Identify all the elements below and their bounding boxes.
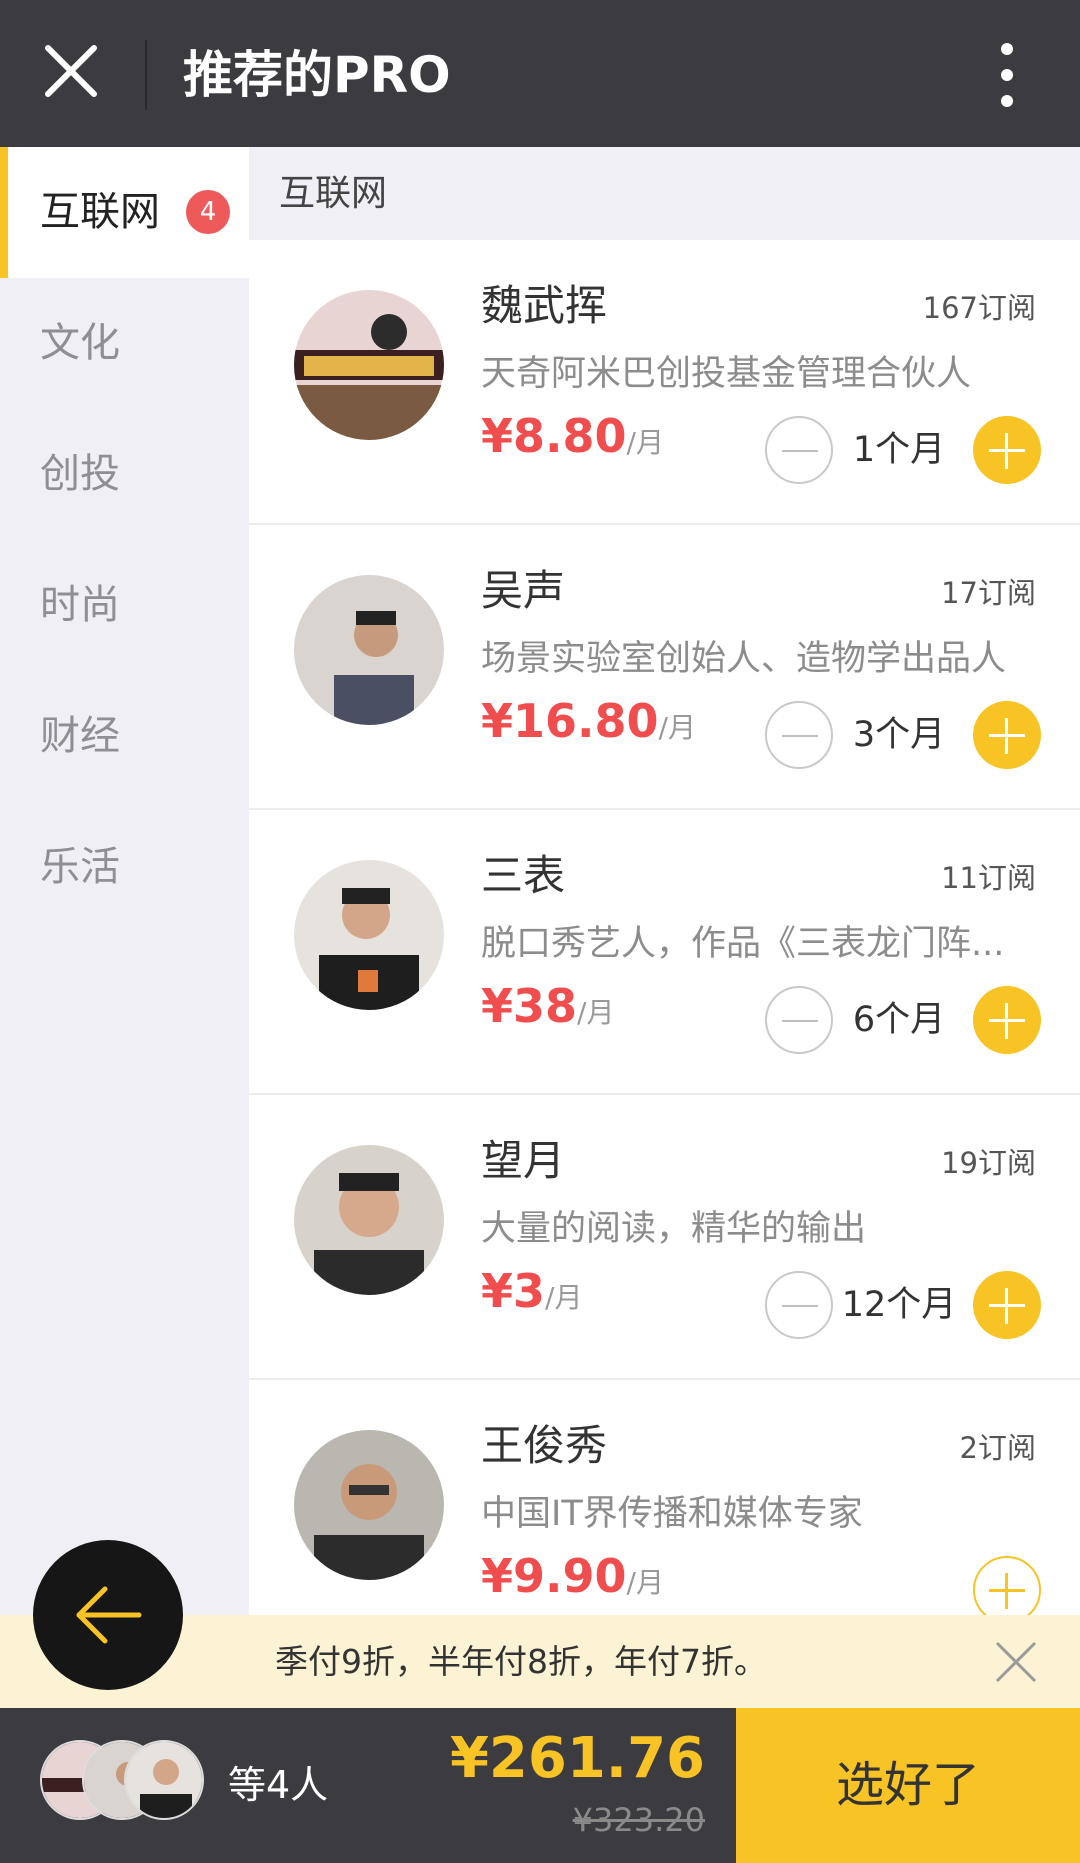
pro-description: 场景实验室创始人、造物学出品人 bbox=[481, 639, 1007, 679]
confirm-button[interactable]: 选好了 bbox=[736, 1708, 1080, 1863]
total-price: ¥261.76 bbox=[449, 1726, 705, 1791]
sidebar-item-label: 创投 bbox=[40, 451, 120, 497]
minus-icon[interactable] bbox=[765, 416, 833, 484]
plus-icon[interactable] bbox=[973, 701, 1041, 769]
original-price: ¥323.20 bbox=[572, 1801, 705, 1839]
sidebar-item-label: 财经 bbox=[40, 713, 120, 759]
sidebar-item-lifestyle[interactable]: 乐活 bbox=[0, 802, 249, 933]
pro-name: 三表 bbox=[481, 851, 566, 900]
sidebar-item-label: 文化 bbox=[40, 320, 120, 366]
plus-icon[interactable] bbox=[973, 986, 1041, 1054]
duration-value: 3个月 bbox=[852, 715, 946, 755]
pro-card[interactable]: 吴声 17订阅 场景实验室创始人、造物学出品人 ¥16.80/月 3个月 bbox=[249, 525, 1080, 810]
sidebar-item-culture[interactable]: 文化 bbox=[0, 278, 249, 409]
duration-value: 6个月 bbox=[852, 1000, 946, 1040]
price: ¥8.80/月 bbox=[481, 406, 664, 477]
avatar bbox=[294, 290, 444, 440]
pro-list: 互联网 魏武挥 167订阅 天奇阿米巴创投基金管理合伙人 ¥8.80/月 1个月… bbox=[249, 147, 1080, 1863]
avatar bbox=[294, 1430, 444, 1580]
avatar bbox=[294, 1145, 444, 1295]
price-unit: /月 bbox=[658, 711, 696, 744]
top-bar: 推荐的PRO bbox=[0, 0, 1080, 147]
minus-icon[interactable] bbox=[765, 701, 833, 769]
avatar bbox=[294, 860, 444, 1010]
count-badge: 4 bbox=[186, 190, 230, 234]
price-value: ¥9.90 bbox=[481, 1549, 627, 1603]
topbar-divider bbox=[145, 40, 147, 110]
price-unit: /月 bbox=[545, 1281, 583, 1314]
pro-description: 大量的阅读，精华的输出 bbox=[481, 1209, 867, 1249]
subscriber-count: 19订阅 bbox=[941, 1146, 1036, 1180]
pro-name: 魏武挥 bbox=[481, 281, 608, 330]
price-unit: /月 bbox=[577, 996, 615, 1029]
sidebar-item-fashion[interactable]: 时尚 bbox=[0, 540, 249, 671]
price: ¥3/月 bbox=[481, 1261, 582, 1332]
sidebar-item-label: 互联网 bbox=[40, 189, 160, 235]
checkout-bar: 等4人 ¥261.76 ¥323.20 选好了 bbox=[0, 1708, 1080, 1863]
plus-icon[interactable] bbox=[973, 1271, 1041, 1339]
category-header-label: 互联网 bbox=[279, 173, 388, 214]
price: ¥9.90/月 bbox=[481, 1546, 664, 1617]
sidebar-item-internet[interactable]: 互联网 4 bbox=[0, 147, 249, 278]
subscriber-count: 167订阅 bbox=[922, 291, 1036, 325]
pro-description: 天奇阿米巴创投基金管理合伙人 bbox=[481, 354, 972, 394]
plus-icon[interactable] bbox=[973, 416, 1041, 484]
price-unit: /月 bbox=[626, 1566, 664, 1599]
back-button[interactable] bbox=[33, 1540, 183, 1690]
selected-people-count: 等4人 bbox=[228, 1763, 329, 1807]
price-value: ¥3 bbox=[481, 1264, 546, 1318]
subscriber-count: 11订阅 bbox=[941, 861, 1036, 895]
pro-name: 望月 bbox=[481, 1136, 566, 1185]
notice-text: 季付9折，半年付8折，年付7折。 bbox=[275, 1642, 767, 1681]
subscriber-count: 2订阅 bbox=[959, 1431, 1036, 1465]
sidebar-item-label: 乐活 bbox=[40, 844, 120, 890]
price-unit: /月 bbox=[626, 426, 664, 459]
avatar bbox=[294, 575, 444, 725]
price: ¥38/月 bbox=[481, 976, 614, 1047]
pro-name: 吴声 bbox=[481, 566, 566, 615]
page-title: 推荐的PRO bbox=[183, 46, 451, 104]
arrow-left-icon bbox=[76, 1586, 142, 1644]
pro-card[interactable]: 望月 19订阅 大量的阅读，精华的输出 ¥3/月 12个月 bbox=[249, 1095, 1080, 1380]
duration-value: 12个月 bbox=[841, 1285, 957, 1325]
sidebar-item-label: 时尚 bbox=[40, 582, 120, 628]
sidebar-item-venture[interactable]: 创投 bbox=[0, 409, 249, 540]
category-header: 互联网 bbox=[249, 147, 1080, 240]
pro-description: 中国IT界传播和媒体专家 bbox=[481, 1494, 863, 1534]
active-indicator bbox=[0, 147, 8, 278]
sidebar-item-finance[interactable]: 财经 bbox=[0, 671, 249, 802]
close-icon[interactable] bbox=[993, 1639, 1039, 1685]
price-value: ¥8.80 bbox=[481, 409, 627, 463]
price-value: ¥16.80 bbox=[481, 694, 659, 748]
duration-value: 1个月 bbox=[852, 430, 946, 470]
close-icon[interactable] bbox=[38, 38, 104, 104]
plus-icon[interactable] bbox=[973, 1556, 1041, 1624]
pro-card[interactable]: 三表 11订阅 脱口秀艺人，作品《三表龙门阵... ¥38/月 6个月 bbox=[249, 810, 1080, 1095]
avatar bbox=[124, 1740, 204, 1820]
pro-name: 王俊秀 bbox=[481, 1421, 608, 1470]
subscriber-count: 17订阅 bbox=[941, 576, 1036, 610]
minus-icon[interactable] bbox=[765, 1271, 833, 1339]
pro-card[interactable]: 魏武挥 167订阅 天奇阿米巴创投基金管理合伙人 ¥8.80/月 1个月 bbox=[249, 240, 1080, 525]
pro-description: 脱口秀艺人，作品《三表龙门阵... bbox=[481, 924, 1005, 964]
price-value: ¥38 bbox=[481, 979, 578, 1033]
minus-icon[interactable] bbox=[765, 986, 833, 1054]
price: ¥16.80/月 bbox=[481, 691, 696, 762]
more-vertical-icon[interactable] bbox=[985, 40, 1029, 110]
